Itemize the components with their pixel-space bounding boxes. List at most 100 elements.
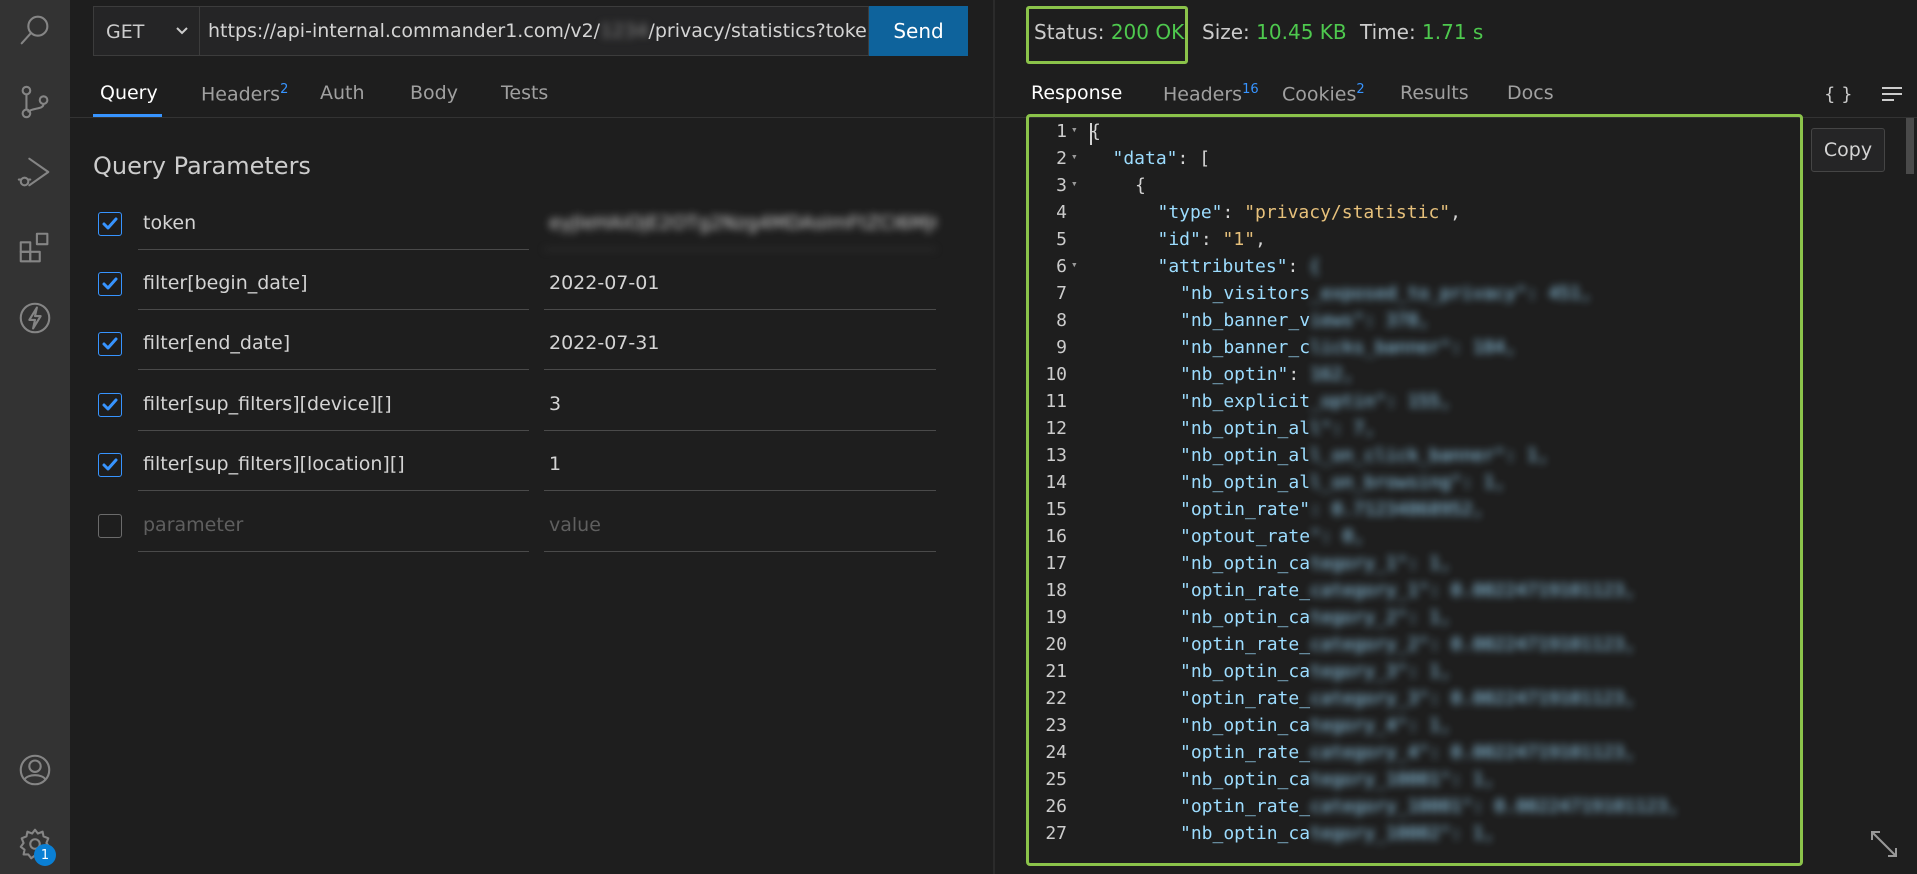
json-key: "nb_optin_ca [1180, 607, 1311, 628]
json-key: "nb_banner_c [1180, 337, 1311, 358]
tab-response[interactable]: Response [1031, 82, 1122, 104]
run-debug-icon[interactable] [13, 150, 57, 194]
json-key: "nb_optin_ca [1180, 769, 1311, 790]
code-text: "optin_rate_category_3": 0.0022471910112… [1180, 688, 1635, 709]
param-value-field[interactable]: 2022-07-01 [544, 254, 936, 310]
param-name-field[interactable]: filter[sup_filters][location][] [138, 435, 529, 491]
json-key: "nb_optin_al [1180, 472, 1311, 493]
url-suffix: /privacy/statistics?token=eyJle [648, 20, 868, 42]
fold-chevron-icon[interactable]: ▾ [1071, 258, 1078, 271]
lightning-icon[interactable] [13, 296, 57, 340]
tab-headers[interactable]: Headers2 [201, 82, 288, 105]
menu-icon[interactable] [1880, 82, 1904, 111]
param-checkbox[interactable] [98, 212, 122, 236]
redacted-value: category_2": 0.00224719101123, [1310, 634, 1636, 655]
code-line: 3 ▾ { [1029, 175, 1800, 202]
line-number: 1 [1056, 121, 1067, 142]
code-line: 2 ▾ "data": [ [1029, 148, 1800, 175]
line-number: 4 [1056, 202, 1067, 223]
url-redacted-segment: 1234 [600, 20, 649, 42]
tab-tests-label: Tests [501, 82, 549, 104]
fold-chevron-icon[interactable]: ▾ [1071, 177, 1078, 190]
code-text: "optin_rate": 0.71234868952, [1180, 499, 1483, 520]
code-text: "optin_rate_category_1": 0.0022471910112… [1180, 580, 1635, 601]
fold-chevron-icon[interactable]: ▾ [1071, 150, 1078, 163]
url-input[interactable]: https://api-internal.commander1.com/v2/1… [199, 6, 869, 56]
param-name-field[interactable]: filter[begin_date] [138, 254, 529, 310]
json-key: "type" [1157, 202, 1223, 223]
tab-auth[interactable]: Auth [320, 82, 365, 104]
json-key: "nb_banner_v [1180, 310, 1311, 331]
code-text: "attributes": { [1158, 256, 1321, 277]
line-number: 17 [1045, 553, 1067, 574]
json-key: "nb_optin_ca [1180, 661, 1311, 682]
time-text: Time: 1.71 s [1360, 20, 1483, 44]
extensions-icon[interactable] [13, 226, 57, 270]
request-tabs: Query Headers2 Auth Body Tests [70, 68, 994, 118]
format-json-icon[interactable]: { } [1824, 84, 1853, 105]
param-value-field[interactable]: 1 [544, 435, 936, 491]
line-number: 22 [1045, 688, 1067, 709]
param-name-field[interactable]: filter[end_date] [138, 314, 529, 370]
tab-docs[interactable]: Docs [1507, 82, 1554, 104]
search-icon[interactable] [13, 8, 57, 52]
redacted-value: tegory_10002": 1, [1310, 823, 1495, 844]
method-select[interactable]: GET [93, 6, 199, 56]
size-text: Size: 10.45 KB [1202, 20, 1347, 44]
code-text: "nb_banner_views": 378, [1180, 310, 1429, 331]
code-text: { [1135, 175, 1146, 196]
tab-body[interactable]: Body [410, 82, 458, 104]
tab-tests[interactable]: Tests [501, 82, 548, 104]
param-value-field[interactable]: 3 [544, 375, 936, 431]
redacted-value: 162, [1310, 364, 1354, 385]
param-checkbox[interactable] [98, 514, 122, 538]
redacted-value: ": 0, [1310, 526, 1365, 547]
param-checkbox[interactable] [98, 332, 122, 356]
tab-response-headers-count: 16 [1242, 82, 1259, 97]
account-icon[interactable] [13, 748, 57, 792]
code-text: "nb_optin_all_on_click_banner": 1, [1180, 445, 1548, 466]
param-row-new: parameter value [93, 496, 937, 552]
tab-response-headers-label: Headers [1163, 83, 1243, 106]
code-text: "nb_optin_category_3": 1, [1180, 661, 1451, 682]
code-line: 6 ▾ "attributes": { [1029, 256, 1800, 283]
param-checkbox[interactable] [98, 393, 122, 417]
tab-response-headers[interactable]: Headers16 [1163, 82, 1259, 105]
json-key: "nb_optin_ca [1180, 715, 1311, 736]
code-text: "optin_rate_category_2": 0.0022471910112… [1180, 634, 1635, 655]
tab-cookies[interactable]: Cookies2 [1282, 82, 1365, 105]
param-name-field[interactable]: filter[sup_filters][device][] [138, 375, 529, 431]
expand-icon[interactable] [1868, 828, 1900, 860]
panel-divider[interactable] [993, 0, 995, 874]
source-control-icon[interactable] [13, 80, 57, 124]
param-name-field[interactable]: token [138, 194, 529, 250]
param-checkbox[interactable] [98, 453, 122, 477]
line-number: 5 [1056, 229, 1067, 250]
method-value: GET [106, 21, 145, 43]
param-name-input[interactable]: parameter [138, 496, 529, 552]
param-value-field[interactable]: 2022-07-31 [544, 314, 936, 370]
json-key: "nb_explicit [1180, 391, 1311, 412]
line-number: 26 [1045, 796, 1067, 817]
code-line: 26 "optin_rate_category_10001": 0.0022471… [1029, 796, 1800, 823]
redacted-value: iews": 378, [1310, 310, 1430, 331]
copy-button[interactable]: Copy [1811, 128, 1885, 172]
code-line: 8 "nb_banner_views": 378, [1029, 310, 1800, 337]
tab-results[interactable]: Results [1400, 82, 1469, 104]
json-key: "optin_rate" [1180, 499, 1311, 520]
scrollbar-thumb[interactable] [1906, 118, 1914, 174]
fold-chevron-icon[interactable]: ▾ [1071, 123, 1078, 136]
tab-query[interactable]: Query [100, 82, 158, 104]
line-number: 8 [1056, 310, 1067, 331]
json-key: "optin_rate_ [1180, 634, 1311, 655]
param-checkbox[interactable] [98, 272, 122, 296]
line-number: 24 [1045, 742, 1067, 763]
json-key: "nb_optin_al [1180, 418, 1311, 439]
param-value-input[interactable]: value [544, 496, 936, 552]
code-line: 1 ▾ { [1029, 121, 1800, 148]
response-body-editor[interactable]: 1 ▾ {2 ▾ "data": [3 ▾ {4 "type": "privacy/stati… [1026, 114, 1803, 866]
send-button[interactable]: Send [869, 6, 968, 56]
param-value-field[interactable]: eyJleHAiOjE2OTg2Nzg4MDAsImFtZCI6MjQ4 [544, 194, 936, 250]
code-line: 7 "nb_visitors_exposed_to_privacy": 451, [1029, 283, 1800, 310]
json-key: "data" [1112, 148, 1178, 169]
